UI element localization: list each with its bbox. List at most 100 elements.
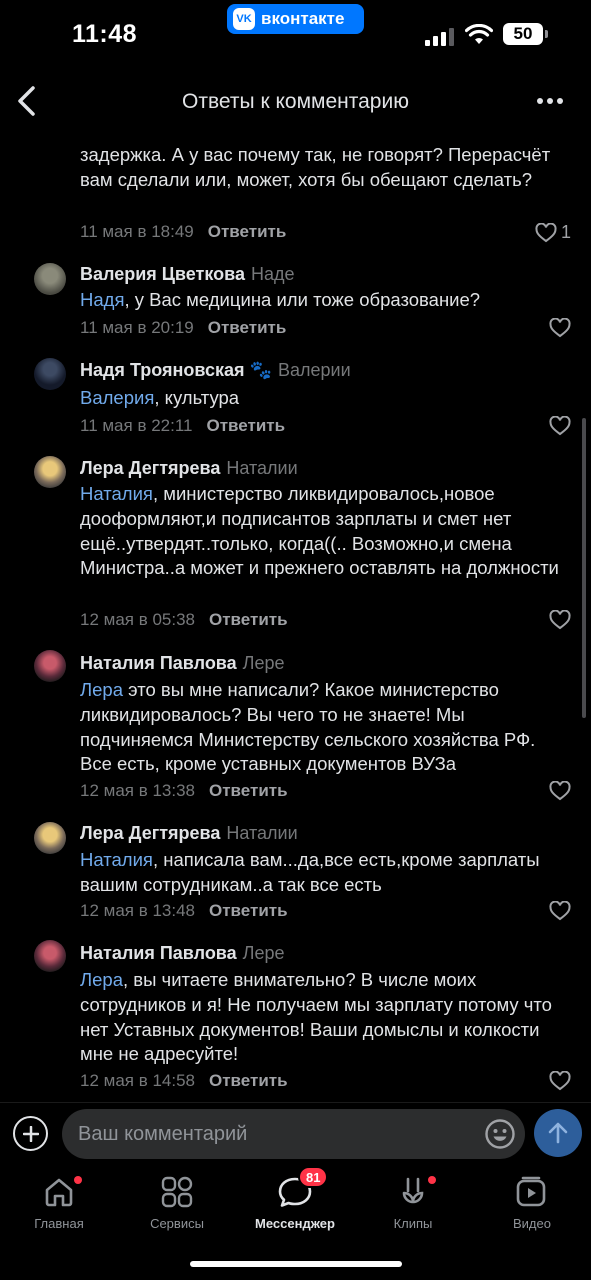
like-button[interactable] <box>549 781 571 801</box>
author-name[interactable]: Лера Дегтярева <box>80 823 220 843</box>
comment-input-placeholder: Ваш комментарий <box>78 1123 248 1145</box>
reply-button[interactable]: Ответить <box>209 1071 288 1090</box>
heart-icon <box>549 416 571 436</box>
mention-link[interactable]: Надя <box>80 289 124 310</box>
reply-button[interactable]: Ответить <box>206 416 285 435</box>
tab-video[interactable]: Видео <box>477 1172 587 1231</box>
author-name[interactable]: Наталия Павлова <box>80 653 237 673</box>
comment-author-row: Надя Трояновская 🐾 Валерии <box>80 360 351 381</box>
reply-button[interactable]: Ответить <box>209 610 288 629</box>
heart-icon <box>549 610 571 630</box>
comment-text: Наталия, написала вам...да,все есть,кром… <box>80 849 540 895</box>
heart-icon <box>549 781 571 801</box>
comment-meta: 12 мая в 13:38 Ответить <box>80 781 288 801</box>
reply-button[interactable]: Ответить <box>209 901 288 920</box>
home-notification-dot <box>74 1176 82 1184</box>
like-button[interactable] <box>549 318 571 338</box>
mention-link[interactable]: Наталия <box>80 483 153 504</box>
mention-link[interactable]: Валерия <box>80 387 154 408</box>
tab-label: Клипы <box>393 1216 433 1231</box>
comment-composer: Ваш комментарий <box>0 1102 591 1164</box>
top-nav-bar: Ответы к комментарию <box>0 72 591 132</box>
home-icon <box>4 1172 114 1212</box>
author-name[interactable]: Надя Трояновская <box>80 360 245 380</box>
emoji-icon[interactable] <box>484 1118 516 1150</box>
tab-label: Видео <box>513 1216 551 1231</box>
avatar[interactable] <box>34 456 66 488</box>
page-title: Ответы к комментарию <box>182 90 409 113</box>
comment-author-row: Валерия Цветкова Наде <box>80 264 294 285</box>
reply-to-name: Валерии <box>277 360 351 380</box>
tab-label: Главная <box>34 1216 84 1231</box>
heart-icon <box>549 1071 571 1091</box>
like-button[interactable] <box>549 416 571 436</box>
scrollbar[interactable] <box>582 418 586 718</box>
vk-logo-icon: VK <box>233 8 255 30</box>
send-button[interactable] <box>534 1109 582 1157</box>
comment-date: 11 мая в 22:11 <box>80 416 193 435</box>
tab-services[interactable]: Сервисы <box>122 1172 232 1231</box>
comment-date: 12 мая в 13:48 <box>80 901 195 920</box>
comment-thread[interactable]: ​ задержка. А у вас почему так, не говор… <box>0 132 591 1098</box>
reply-to-name: Наталии <box>226 823 298 843</box>
author-name[interactable]: Лера Дегтярева <box>80 458 220 478</box>
author-name[interactable]: Наталия Павлова <box>80 943 237 963</box>
avatar[interactable] <box>34 263 66 295</box>
tab-messenger[interactable]: 81 Мессенджер <box>240 1166 350 1231</box>
home-indicator[interactable] <box>190 1261 402 1267</box>
video-icon <box>477 1172 587 1212</box>
comment-meta: 12 мая в 05:38 Ответить <box>80 610 288 630</box>
tab-label: Сервисы <box>150 1216 204 1231</box>
messenger-unread-badge: 81 <box>298 1166 329 1188</box>
more-options-icon[interactable] <box>537 98 563 104</box>
heart-icon <box>535 222 557 242</box>
comment-input[interactable]: Ваш комментарий <box>62 1109 525 1159</box>
reply-to-name: Лере <box>242 943 285 963</box>
comment-date: 12 мая в 13:38 <box>80 781 195 800</box>
comment-text: Лера, вы читаете внимательно? В числе мо… <box>80 969 552 1065</box>
avatar[interactable] <box>34 822 66 854</box>
author-emoji: 🐾 <box>249 360 272 380</box>
messenger-icon: 81 <box>240 1166 350 1212</box>
heart-icon <box>549 318 571 338</box>
tab-home[interactable]: Главная <box>4 1172 114 1231</box>
comment-text: Лера это вы мне написали? Какое министер… <box>80 679 536 775</box>
reply-button[interactable]: Ответить <box>208 222 287 241</box>
like-button[interactable] <box>549 610 571 630</box>
status-time: 11:48 <box>72 20 138 48</box>
arrow-up-icon <box>548 1122 568 1144</box>
mention-link[interactable]: Лера <box>80 679 123 700</box>
reply-to-name: Лере <box>242 653 285 673</box>
mention-link[interactable]: Лера <box>80 969 123 990</box>
clips-icon <box>358 1172 468 1212</box>
avatar[interactable] <box>34 650 66 682</box>
comment-meta: 11 мая в 20:19 Ответить <box>80 318 286 338</box>
vk-app-pill[interactable]: VK вконтакте <box>227 4 364 34</box>
author-name[interactable]: Валерия Цветкова <box>80 264 245 284</box>
reply-button[interactable]: Ответить <box>209 781 288 800</box>
battery-tip <box>545 30 548 38</box>
avatar[interactable] <box>34 358 66 390</box>
comment-date: 11 мая в 20:19 <box>80 318 194 337</box>
plus-icon <box>22 1125 39 1142</box>
tab-clips[interactable]: Клипы <box>358 1172 468 1231</box>
comment-text: Валерия, культура <box>80 387 240 408</box>
like-button[interactable] <box>549 901 571 921</box>
reply-button[interactable]: Ответить <box>208 318 287 337</box>
comment-author-row: Наталия Павлова Лере <box>80 943 285 964</box>
attach-button[interactable] <box>13 1116 48 1151</box>
cellular-signal-icon <box>425 28 454 46</box>
mention-link[interactable]: Наталия <box>80 849 153 870</box>
comment-meta: 11 мая в 18:49 Ответить <box>80 222 286 242</box>
like-button[interactable] <box>549 1071 571 1091</box>
like-count: 1 <box>560 222 571 242</box>
comment-author-row: Наталия Павлова Лере <box>80 653 285 674</box>
comment-date: 12 мая в 14:58 <box>80 1071 195 1090</box>
comment-author-row: Лера Дегтярева Наталии <box>80 458 298 479</box>
like-button[interactable]: 1 <box>535 222 571 243</box>
avatar[interactable] <box>34 940 66 972</box>
status-bar: 11:48 VK вконтакте 50 <box>0 0 591 68</box>
heart-icon <box>549 901 571 921</box>
comment-author-row: Лера Дегтярева Наталии <box>80 823 298 844</box>
vk-app-pill-label: вконтакте <box>261 9 345 28</box>
